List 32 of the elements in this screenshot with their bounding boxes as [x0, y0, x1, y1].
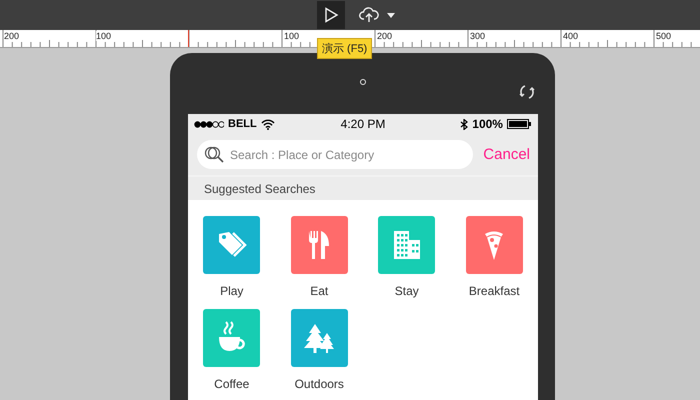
- ruler-label: 500: [656, 31, 672, 41]
- cloud-upload-icon: [359, 7, 379, 23]
- category-button[interactable]: Eat: [276, 216, 363, 298]
- battery-percent: 100%: [472, 117, 503, 131]
- play-button[interactable]: [317, 1, 345, 29]
- rotate-icon[interactable]: [519, 84, 535, 100]
- upload-button[interactable]: [358, 5, 380, 25]
- category-button[interactable]: Stay: [363, 216, 450, 298]
- battery-icon: [506, 119, 532, 129]
- search-field[interactable]: Search : Place or Category: [197, 140, 474, 169]
- carrier-name: BELL: [228, 118, 257, 130]
- category-button[interactable]: Breakfast: [450, 216, 538, 298]
- ruler-label: 200: [377, 31, 394, 41]
- bluetooth-icon: [460, 118, 468, 130]
- camera-dot: [360, 79, 366, 85]
- signal-icon: [194, 120, 224, 128]
- category-button[interactable]: Coffee: [188, 309, 276, 391]
- ruler-marker: [188, 30, 189, 47]
- tooltip: 演示 (F5): [317, 38, 372, 59]
- wifi-icon: [260, 118, 275, 130]
- category-button[interactable]: Outdoors: [276, 309, 363, 391]
- caret-icon: [387, 12, 395, 18]
- dropdown-button[interactable]: [386, 10, 396, 20]
- ruler-label: 100: [96, 31, 112, 41]
- category-button[interactable]: Play: [188, 216, 276, 298]
- play-icon: [323, 7, 339, 23]
- ruler-label: 200: [4, 31, 20, 41]
- ruler-label: 400: [563, 31, 580, 41]
- section-header: Suggested Searches: [188, 175, 538, 200]
- ruler-label: 100: [284, 31, 300, 41]
- status-time: 4:20 PM: [340, 117, 386, 131]
- ruler-label: 300: [470, 31, 486, 41]
